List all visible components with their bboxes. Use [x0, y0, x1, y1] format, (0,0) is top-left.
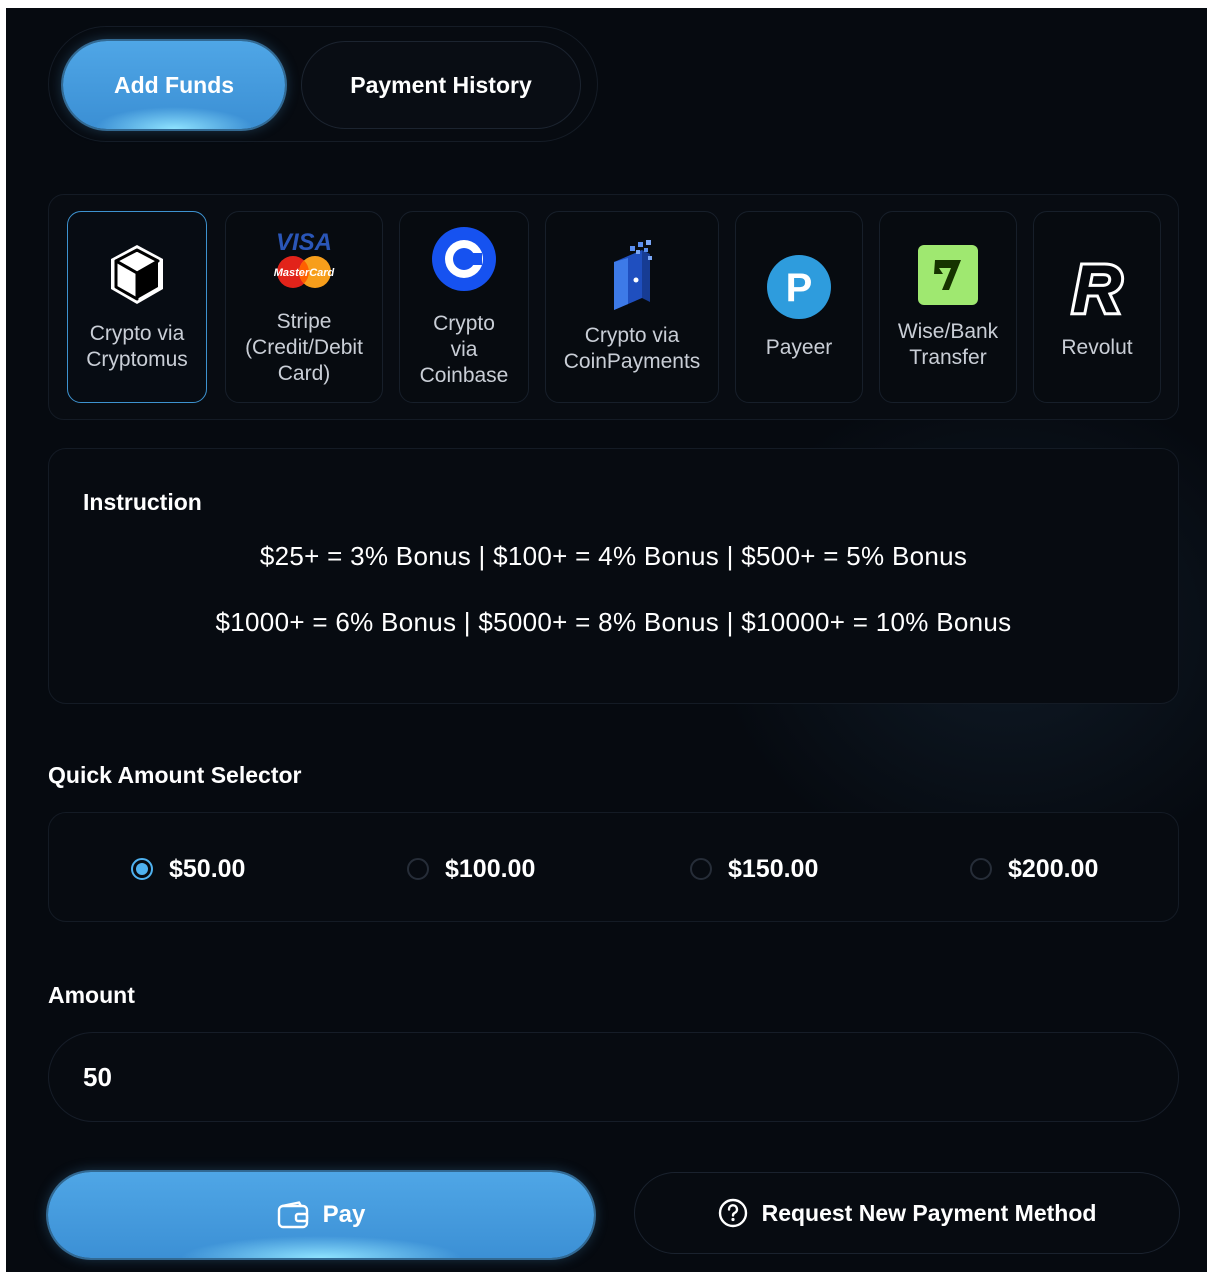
- payeer-icon: P: [766, 254, 832, 325]
- pay-button-label: Pay: [322, 1201, 366, 1228]
- method-label: Crypto via CoinPayments: [563, 323, 701, 373]
- radio-button[interactable]: [690, 858, 712, 880]
- add-funds-panel: Add Funds Payment History Crypto via Cry…: [6, 8, 1207, 1272]
- radio-button[interactable]: [407, 858, 429, 880]
- revolut-icon: R R: [1067, 248, 1127, 330]
- amount-option-50[interactable]: $50.00: [131, 853, 245, 885]
- request-button-label: Request New Payment Method: [761, 1199, 1097, 1226]
- method-label: Wise/Bank Transfer: [897, 319, 999, 369]
- quick-amount-label: Quick Amount Selector: [48, 762, 302, 788]
- method-label: Stripe (Credit/Debit Card): [245, 309, 363, 385]
- method-label: Revolut: [1061, 335, 1133, 359]
- amount-option-label: $200.00: [1008, 854, 1099, 883]
- instruction-box: Instruction $25+ = 3% Bonus | $100+ = 4%…: [48, 448, 1179, 704]
- amount-option-label: $50.00: [169, 854, 246, 883]
- bonus-line: $25+ = 3% Bonus | $100+ = 4% Bonus | $50…: [259, 541, 968, 571]
- radio-button[interactable]: [131, 858, 153, 880]
- svg-text:R: R: [1072, 254, 1121, 320]
- method-cryptomus[interactable]: Crypto via Cryptomus: [67, 211, 207, 403]
- tab-payment-history[interactable]: Payment History: [301, 41, 581, 129]
- svg-text:VISA: VISA: [276, 229, 332, 256]
- tab-add-funds[interactable]: Add Funds: [63, 41, 285, 129]
- method-label: Payeer: [765, 335, 833, 359]
- method-coinbase[interactable]: Crypto via Coinbase: [399, 211, 529, 403]
- radio-button[interactable]: [970, 858, 992, 880]
- method-wise[interactable]: Wise/Bank Transfer: [879, 211, 1017, 403]
- amount-option-150[interactable]: $150.00: [690, 853, 818, 885]
- instruction-title: Instruction: [83, 489, 202, 515]
- method-stripe[interactable]: VISA MasterCard Stripe (Credit/Debit Car…: [225, 211, 383, 403]
- coinbase-icon: [431, 226, 497, 297]
- quick-amount-selector: $50.00 $100.00 $150.00 $200.00: [48, 812, 1179, 922]
- method-coinpayments[interactable]: Crypto via CoinPayments: [545, 211, 719, 403]
- visa-mastercard-icon: VISA MasterCard: [271, 228, 337, 295]
- tab-bar: Add Funds Payment History: [48, 26, 598, 142]
- method-payeer[interactable]: P Payeer: [735, 211, 863, 403]
- pay-button[interactable]: Pay: [48, 1172, 594, 1258]
- method-label: Crypto via Coinbase: [419, 311, 509, 387]
- method-revolut[interactable]: R R Revolut: [1033, 211, 1161, 403]
- cube-icon: [107, 242, 167, 313]
- svg-text:MasterCard: MasterCard: [274, 267, 335, 279]
- amount-option-label: $150.00: [728, 854, 819, 883]
- amount-label: Amount: [48, 982, 135, 1008]
- bonus-line: $1000+ = 6% Bonus | $5000+ = 8% Bonus | …: [215, 607, 1012, 637]
- amount-option-200[interactable]: $200.00: [970, 853, 1098, 885]
- wallet-icon: [277, 1201, 309, 1229]
- question-circle-icon: [718, 1198, 748, 1228]
- amount-option-100[interactable]: $100.00: [407, 853, 535, 885]
- coinpayments-icon: [608, 239, 656, 315]
- wise-icon: [917, 244, 979, 311]
- request-payment-method-button[interactable]: Request New Payment Method: [634, 1172, 1180, 1254]
- amount-input[interactable]: [48, 1032, 1179, 1122]
- payment-methods: Crypto via Cryptomus VISA MasterCard Str…: [48, 194, 1179, 420]
- method-label: Crypto via Cryptomus: [86, 321, 188, 371]
- amount-option-label: $100.00: [445, 854, 536, 883]
- svg-text:P: P: [786, 266, 813, 310]
